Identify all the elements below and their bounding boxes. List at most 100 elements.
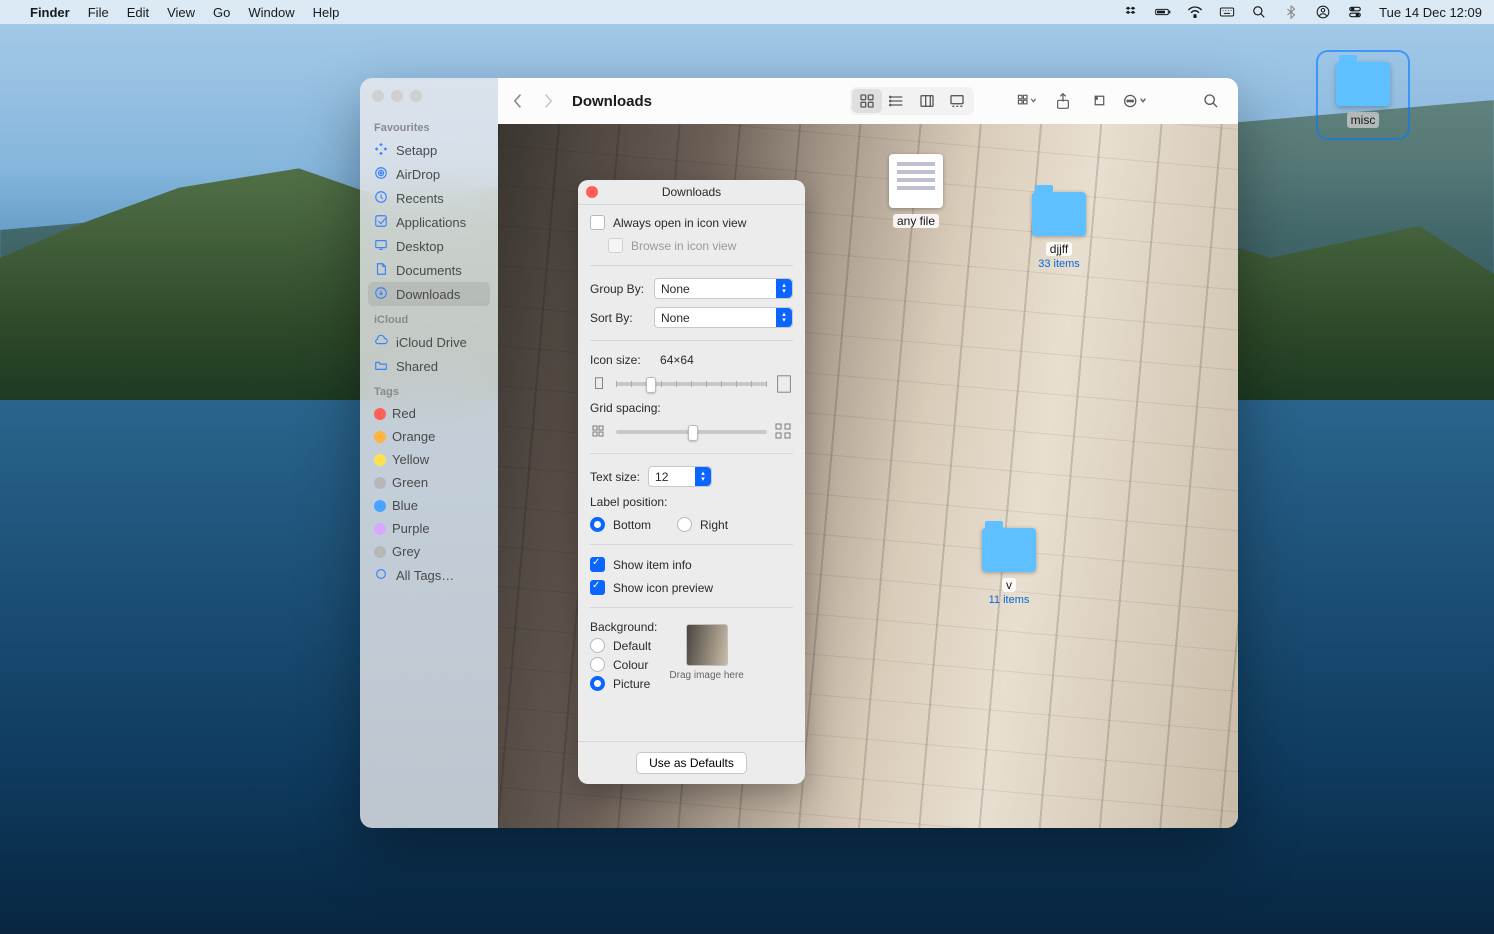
- group-menu-button[interactable]: [1014, 89, 1040, 113]
- bg-picture-radio[interactable]: [590, 676, 605, 691]
- always-icon-checkbox[interactable]: [590, 215, 605, 230]
- sidebar-item-applications[interactable]: Applications: [368, 210, 490, 234]
- menubar: Finder File Edit View Go Window Help Tue…: [0, 0, 1494, 24]
- control-center-icon[interactable]: [1347, 4, 1363, 20]
- wifi-icon[interactable]: [1187, 4, 1203, 20]
- sidebar-item-documents[interactable]: Documents: [368, 258, 490, 282]
- sidebar-item-label: iCloud Drive: [396, 335, 467, 350]
- sidebar-item-label: All Tags…: [396, 568, 454, 583]
- sidebar-item-label: Orange: [392, 429, 435, 444]
- background-thumbnail[interactable]: [686, 624, 728, 666]
- icon-size-slider[interactable]: [616, 382, 767, 386]
- zoom-button[interactable]: [410, 90, 422, 102]
- sidebar-item-orange[interactable]: Orange: [368, 425, 490, 448]
- shared-icon: [374, 358, 390, 374]
- menu-file[interactable]: File: [88, 5, 109, 20]
- close-button[interactable]: [372, 90, 384, 102]
- gallery-view-button[interactable]: [942, 89, 972, 113]
- sidebar-item-label: Grey: [392, 544, 420, 559]
- sidebar-item-grey[interactable]: Grey: [368, 540, 490, 563]
- view-options-panel: Downloads Always open in icon view Brows…: [578, 180, 805, 784]
- file-name: any file: [893, 214, 939, 228]
- sort-by-popup[interactable]: None▴▾: [654, 307, 793, 328]
- user-icon[interactable]: [1315, 4, 1331, 20]
- sidebar-item-label: Purple: [392, 521, 430, 536]
- menu-window[interactable]: Window: [248, 5, 294, 20]
- sidebar-item-desktop[interactable]: Desktop: [368, 234, 490, 258]
- setapp-icon: [374, 142, 390, 158]
- label-bottom-radio[interactable]: [590, 517, 605, 532]
- cloud-icon: [374, 334, 390, 350]
- file-item-v[interactable]: v 11 items: [964, 520, 1054, 606]
- tag-dot: [374, 546, 386, 558]
- sidebar-item-yellow[interactable]: Yellow: [368, 448, 490, 471]
- apps-icon: [374, 214, 390, 230]
- back-button[interactable]: [512, 93, 524, 109]
- sidebar-item-label: Yellow: [392, 452, 429, 467]
- sidebar-item-all-tags-[interactable]: All Tags…: [368, 563, 490, 587]
- sheet-title: Downloads: [662, 185, 721, 199]
- folder-icon: [982, 528, 1036, 572]
- sidebar-item-red[interactable]: Red: [368, 402, 490, 425]
- menu-go[interactable]: Go: [213, 5, 230, 20]
- finder-window: FavouritesSetappAirDropRecentsApplicatio…: [360, 78, 1238, 828]
- doc-icon: [374, 262, 390, 278]
- sidebar-item-label: Blue: [392, 498, 418, 513]
- sidebar-item-label: Shared: [396, 359, 438, 374]
- sidebar-item-green[interactable]: Green: [368, 471, 490, 494]
- file-name: v: [1002, 578, 1016, 592]
- grid-spacing-slider[interactable]: [616, 430, 767, 434]
- folder-icon: [1336, 62, 1390, 106]
- tag-dot: [374, 454, 386, 466]
- menubar-clock[interactable]: Tue 14 Dec 12:09: [1379, 5, 1482, 20]
- tags-button[interactable]: [1086, 89, 1112, 113]
- finder-sidebar: FavouritesSetappAirDropRecentsApplicatio…: [360, 78, 498, 828]
- minimize-button[interactable]: [391, 90, 403, 102]
- battery-icon[interactable]: [1155, 4, 1171, 20]
- sidebar-item-recents[interactable]: Recents: [368, 186, 490, 210]
- bg-colour-radio[interactable]: [590, 657, 605, 672]
- file-item-djjff[interactable]: djjff 33 items: [1014, 184, 1104, 270]
- search-button[interactable]: [1198, 89, 1224, 113]
- bluetooth-icon[interactable]: [1283, 4, 1299, 20]
- menu-help[interactable]: Help: [313, 5, 340, 20]
- column-view-button[interactable]: [912, 89, 942, 113]
- menu-edit[interactable]: Edit: [127, 5, 149, 20]
- spotlight-icon[interactable]: [1251, 4, 1267, 20]
- keyboard-icon[interactable]: [1219, 4, 1235, 20]
- label-right-radio[interactable]: [677, 517, 692, 532]
- action-menu-button[interactable]: [1122, 89, 1148, 113]
- sidebar-item-shared[interactable]: Shared: [368, 354, 490, 378]
- sidebar-item-icloud-drive[interactable]: iCloud Drive: [368, 330, 490, 354]
- icon-view-button[interactable]: [852, 89, 882, 113]
- desktop-icon: [374, 238, 390, 254]
- file-info: 33 items: [1014, 258, 1104, 270]
- tag-dot: [374, 431, 386, 443]
- app-menu[interactable]: Finder: [30, 5, 70, 20]
- sidebar-item-label: Desktop: [396, 239, 444, 254]
- share-button[interactable]: [1050, 89, 1076, 113]
- sidebar-item-airdrop[interactable]: AirDrop: [368, 162, 490, 186]
- list-view-button[interactable]: [882, 89, 912, 113]
- group-by-popup[interactable]: None▴▾: [654, 278, 793, 299]
- show-icon-preview-checkbox[interactable]: [590, 580, 605, 595]
- file-info: 11 items: [964, 594, 1054, 606]
- sidebar-item-setapp[interactable]: Setapp: [368, 138, 490, 162]
- close-sheet-button[interactable]: [586, 186, 598, 198]
- sidebar-section-tags: Tags: [374, 386, 484, 398]
- forward-button[interactable]: [542, 93, 554, 109]
- menu-view[interactable]: View: [167, 5, 195, 20]
- sidebar-section-icloud: iCloud: [374, 314, 484, 326]
- bg-default-radio[interactable]: [590, 638, 605, 653]
- sidebar-item-purple[interactable]: Purple: [368, 517, 490, 540]
- desktop-folder-misc[interactable]: misc: [1322, 56, 1404, 134]
- sidebar-item-downloads[interactable]: Downloads: [368, 282, 490, 306]
- sidebar-item-blue[interactable]: Blue: [368, 494, 490, 517]
- text-size-popup[interactable]: 12▴▾: [648, 466, 712, 487]
- show-item-info-checkbox[interactable]: [590, 557, 605, 572]
- file-item-any-file[interactable]: any file: [871, 154, 961, 228]
- dropbox-icon[interactable]: [1123, 4, 1139, 20]
- file-name: djjff: [1046, 242, 1072, 256]
- use-as-defaults-button[interactable]: Use as Defaults: [636, 752, 747, 774]
- finder-content[interactable]: any file djjff 33 items v 11 items Downloads…: [498, 124, 1238, 828]
